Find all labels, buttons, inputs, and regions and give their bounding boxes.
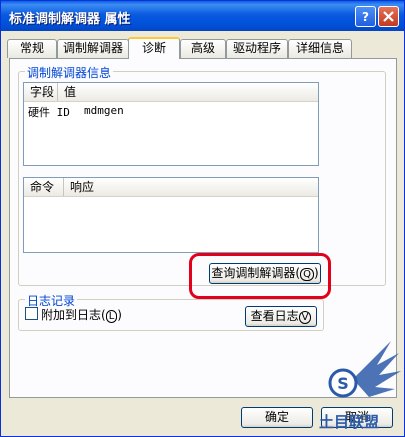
close-icon (383, 11, 394, 22)
tab-modem[interactable]: 调制解调器 (57, 39, 129, 58)
append-to-log-checkbox[interactable] (25, 307, 38, 320)
modem-info-header: 字段 值 (24, 83, 318, 102)
watermark-text: 土目联盟 (319, 413, 379, 431)
question-mark-icon: ? (362, 10, 369, 23)
column-command[interactable]: 命令 (24, 178, 64, 196)
help-button[interactable]: ? (355, 6, 376, 27)
column-field[interactable]: 字段 (24, 83, 58, 101)
svg-text:?: ? (362, 10, 369, 23)
window-title: 标准调制解调器 属性 (9, 12, 131, 27)
tab-diagnostics[interactable]: 诊断 (128, 37, 180, 59)
cell-field: 硬件 ID (28, 106, 70, 119)
cell-value: mdmgen (84, 104, 124, 117)
title-bar[interactable]: 标准调制解调器 属性 ? (1, 1, 404, 31)
tab-strip: 常规 调制解调器 诊断 高级 驱动程序 详细信息 (1, 37, 404, 59)
view-log-button[interactable]: 查看日志 V (245, 306, 317, 327)
view-log-label: 查看日志 (250, 309, 299, 323)
append-to-log-text: 附加到日志 (41, 308, 102, 322)
close-button[interactable] (378, 6, 399, 27)
svg-text:S: S (337, 374, 349, 393)
column-value[interactable]: 值 (58, 83, 318, 101)
command-response-header: 命令 响应 (24, 178, 318, 197)
command-response-list[interactable]: 命令 响应 (23, 177, 319, 253)
view-log-hotkey: V (298, 311, 312, 324)
tab-driver[interactable]: 驱动程序 (226, 39, 288, 58)
watermark-logo: S 土目联盟 (319, 341, 401, 431)
append-to-log-label[interactable]: 附加到日志(L) (41, 306, 122, 323)
modem-info-list[interactable]: 字段 值 硬件 ID mdmgen (23, 82, 319, 166)
tab-details[interactable]: 详细信息 (288, 39, 352, 58)
ok-button[interactable]: 确定 (241, 407, 313, 428)
tab-general[interactable]: 常规 (7, 39, 57, 58)
highlight-ring (189, 253, 331, 299)
tab-advanced[interactable]: 高级 (180, 39, 226, 58)
modem-info-legend: 调制解调器信息 (25, 64, 114, 81)
append-hotkey: L (105, 310, 118, 323)
properties-window: 标准调制解调器 属性 ? 常规 调制解调器 诊断 高级 驱动程序 详细信息 调制… (0, 0, 405, 437)
column-response[interactable]: 响应 (64, 178, 318, 196)
